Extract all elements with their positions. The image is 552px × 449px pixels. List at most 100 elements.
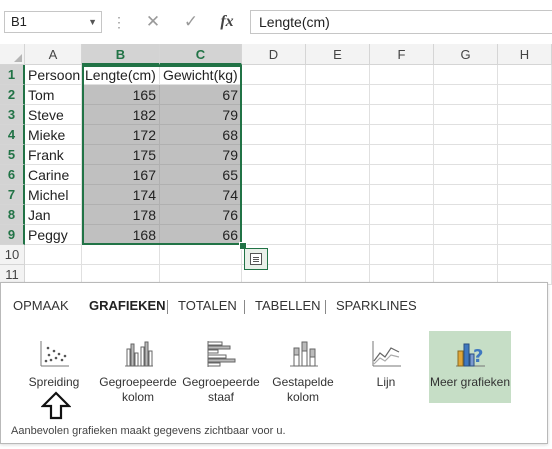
cell-h4[interactable]	[498, 125, 552, 145]
chevron-down-icon[interactable]: ▼	[88, 12, 97, 32]
cell-g2[interactable]	[434, 85, 498, 105]
cell-f9[interactable]	[370, 225, 434, 245]
insert-function-button[interactable]: fx	[214, 9, 240, 35]
cell-b2[interactable]: 165	[82, 85, 160, 105]
cell-g4[interactable]	[434, 125, 498, 145]
row-header-2[interactable]: 2	[0, 85, 25, 105]
cell-g8[interactable]	[434, 205, 498, 225]
cell-a5[interactable]: Frank	[25, 145, 82, 165]
cell-b10[interactable]	[82, 245, 160, 265]
cell-c1[interactable]: Gewicht(kg)	[160, 65, 242, 85]
tab-tabellen[interactable]: TABELLEN	[255, 293, 321, 319]
cell-e9[interactable]	[306, 225, 370, 245]
cell-a10[interactable]	[25, 245, 82, 265]
row-header-1[interactable]: 1	[0, 65, 25, 85]
cell-a4[interactable]: Mieke	[25, 125, 82, 145]
cell-c4[interactable]: 68	[160, 125, 242, 145]
row-header-4[interactable]: 4	[0, 125, 25, 145]
cell-c5[interactable]: 79	[160, 145, 242, 165]
cell-f10[interactable]	[370, 245, 434, 265]
chart-option-more-charts[interactable]: ? Meer grafieken	[429, 331, 511, 403]
cell-e10[interactable]	[306, 245, 370, 265]
cell-c8[interactable]: 76	[160, 205, 242, 225]
select-all-button[interactable]	[0, 44, 25, 65]
cell-d9[interactable]	[242, 225, 306, 245]
row-header-8[interactable]: 8	[0, 205, 25, 225]
cell-a2[interactable]: Tom	[25, 85, 82, 105]
cell-g3[interactable]	[434, 105, 498, 125]
cell-b9[interactable]: 168	[82, 225, 160, 245]
column-header-a[interactable]: A	[25, 44, 82, 65]
tab-opmaak[interactable]: OPMAAK	[13, 293, 69, 319]
cell-c10[interactable]	[160, 245, 242, 265]
cell-a6[interactable]: Carine	[25, 165, 82, 185]
chart-option-stacked-column[interactable]: Gestapelde kolom	[264, 331, 342, 404]
cell-f7[interactable]	[370, 185, 434, 205]
cell-c7[interactable]: 74	[160, 185, 242, 205]
chart-option-line[interactable]: Lijn	[347, 331, 425, 403]
column-header-h[interactable]: H	[498, 44, 552, 65]
cell-g5[interactable]	[434, 145, 498, 165]
column-header-f[interactable]: F	[370, 44, 434, 65]
cell-g6[interactable]	[434, 165, 498, 185]
cell-e8[interactable]	[306, 205, 370, 225]
cell-g9[interactable]	[434, 225, 498, 245]
row-header-9[interactable]: 9	[0, 225, 25, 245]
cell-e1[interactable]	[306, 65, 370, 85]
cell-b4[interactable]: 172	[82, 125, 160, 145]
name-box[interactable]: B1 ▼	[4, 11, 102, 33]
cell-f5[interactable]	[370, 145, 434, 165]
cell-a3[interactable]: Steve	[25, 105, 82, 125]
column-header-e[interactable]: E	[306, 44, 370, 65]
cell-a1[interactable]: Persoon	[25, 65, 82, 85]
cell-e3[interactable]	[306, 105, 370, 125]
cell-h7[interactable]	[498, 185, 552, 205]
row-header-7[interactable]: 7	[0, 185, 25, 205]
confirm-icon[interactable]: ✓	[178, 9, 204, 35]
cell-a7[interactable]: Michel	[25, 185, 82, 205]
row-header-3[interactable]: 3	[0, 105, 25, 125]
tab-totalen[interactable]: TOTALEN	[178, 293, 237, 319]
cell-d8[interactable]	[242, 205, 306, 225]
row-header-5[interactable]: 5	[0, 145, 25, 165]
cell-h8[interactable]	[498, 205, 552, 225]
cell-d5[interactable]	[242, 145, 306, 165]
cell-f1[interactable]	[370, 65, 434, 85]
cell-e2[interactable]	[306, 85, 370, 105]
cell-d3[interactable]	[242, 105, 306, 125]
cell-d2[interactable]	[242, 85, 306, 105]
cell-b1[interactable]: Lengte(cm)	[82, 65, 160, 85]
cell-e6[interactable]	[306, 165, 370, 185]
cell-f3[interactable]	[370, 105, 434, 125]
formula-input[interactable]: Lengte(cm)	[250, 10, 552, 34]
quick-analysis-button[interactable]	[244, 248, 268, 270]
cell-c3[interactable]: 79	[160, 105, 242, 125]
cell-d1[interactable]	[242, 65, 306, 85]
cell-a8[interactable]: Jan	[25, 205, 82, 225]
cell-h6[interactable]	[498, 165, 552, 185]
cell-b8[interactable]: 178	[82, 205, 160, 225]
cell-f8[interactable]	[370, 205, 434, 225]
cell-h1[interactable]	[498, 65, 552, 85]
cell-b3[interactable]: 182	[82, 105, 160, 125]
tab-sparklines[interactable]: SPARKLINES	[336, 293, 417, 319]
cell-g10[interactable]	[434, 245, 498, 265]
cell-g1[interactable]	[434, 65, 498, 85]
chart-option-clustered-bar[interactable]: Gegroepeerde staaf	[182, 331, 260, 404]
cell-h9[interactable]	[498, 225, 552, 245]
cell-h3[interactable]	[498, 105, 552, 125]
cell-c9[interactable]: 66	[160, 225, 242, 245]
column-header-g[interactable]: G	[434, 44, 498, 65]
cell-b5[interactable]: 175	[82, 145, 160, 165]
column-header-d[interactable]: D	[242, 44, 306, 65]
cancel-icon[interactable]: ✕	[140, 9, 166, 35]
cell-g7[interactable]	[434, 185, 498, 205]
column-header-c[interactable]: C	[160, 44, 242, 65]
row-header-10[interactable]: 10	[0, 245, 25, 265]
cell-c2[interactable]: 67	[160, 85, 242, 105]
cell-b6[interactable]: 167	[82, 165, 160, 185]
cell-f2[interactable]	[370, 85, 434, 105]
cell-e5[interactable]	[306, 145, 370, 165]
cell-h10[interactable]	[498, 245, 552, 265]
cell-d4[interactable]	[242, 125, 306, 145]
